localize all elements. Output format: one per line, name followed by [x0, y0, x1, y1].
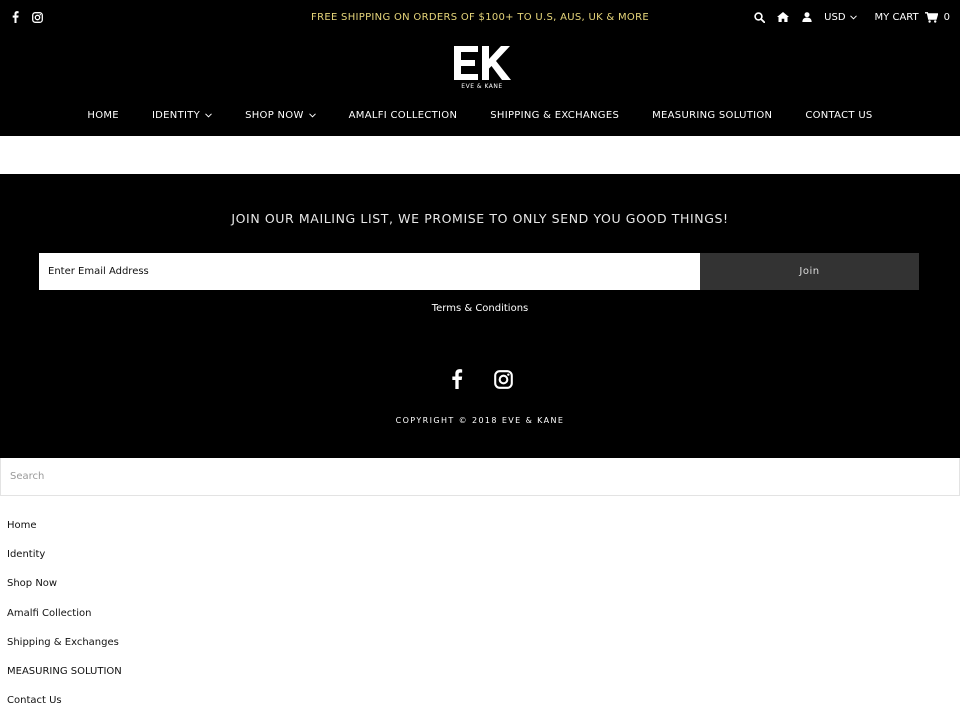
cart-count: 0 [943, 11, 950, 23]
menu-item-shop-now[interactable]: Shop Now [7, 578, 122, 607]
chevron-down-icon [308, 113, 316, 118]
email-field[interactable] [39, 253, 700, 290]
nav-item-label: CONTACT US [805, 110, 873, 121]
cart-label: MY CART [874, 11, 919, 23]
menu-item-amalfi-collection[interactable]: Amalfi Collection [7, 608, 122, 637]
nav-item-measuring-solution[interactable]: MEASURING SOLUTION [652, 110, 772, 121]
chevron-down-icon [849, 14, 857, 20]
nav-item-label: MEASURING SOLUTION [652, 110, 773, 121]
home-icon[interactable] [776, 9, 790, 25]
menu-item-measuring-solution[interactable]: MEASURING SOLUTION [7, 666, 122, 695]
site-footer: JOIN OUR MAILING LIST, WE PROMISE TO ONL… [0, 174, 960, 459]
instagram-icon[interactable] [492, 368, 514, 390]
cart-link[interactable]: MY CART 0 [875, 12, 950, 23]
terms-link[interactable]: Terms & Conditions [0, 303, 960, 314]
nav-item-shipping-exchanges[interactable]: SHIPPING & EXCHANGES [490, 110, 619, 121]
nav-item-label: SHOP NOW [245, 110, 304, 121]
nav-item-label: AMALFI COLLECTION [348, 110, 458, 121]
nav-item-amalfi-collection[interactable]: AMALFI COLLECTION [349, 110, 458, 121]
menu-item-shipping-exchanges[interactable]: Shipping & Exchanges [7, 637, 122, 666]
mobile-menu: Home Identity Shop Now Amalfi Collection Shi… [7, 520, 122, 720]
join-button[interactable]: Join [700, 253, 919, 290]
facebook-icon[interactable] [446, 368, 468, 390]
mailing-list-heading: JOIN OUR MAILING LIST, WE PROMISE TO ONL… [231, 211, 729, 226]
header-utilities: USD MY CART 0 [752, 9, 950, 25]
search-input[interactable] [0, 458, 960, 496]
currency-value: USD [824, 11, 846, 23]
nav-item-label: IDENTITY [151, 110, 201, 121]
user-icon[interactable] [800, 9, 814, 25]
nav-item-home[interactable]: HOME [87, 110, 119, 121]
nav-item-contact-us[interactable]: CONTACT US [805, 110, 872, 121]
menu-item-home[interactable]: Home [7, 520, 122, 549]
nav-item-identity[interactable]: IDENTITY [152, 110, 212, 121]
logo-text: EVE & KANE [461, 83, 502, 90]
main-navigation: HOME IDENTITY SHOP NOW AMALFI COLLECTION SHI… [0, 110, 960, 121]
eve-kane-logo[interactable]: EVE & KANE [452, 44, 512, 90]
menu-item-identity[interactable]: Identity [7, 549, 122, 578]
copyright-text: COPYRIGHT © 2018 EVE & KANE [395, 416, 565, 425]
menu-item-contact-us[interactable]: Contact Us [7, 695, 122, 720]
nav-item-label: HOME [87, 110, 119, 121]
search-icon[interactable] [752, 9, 766, 25]
currency-selector[interactable]: USD [824, 11, 857, 23]
cart-icon [924, 11, 938, 23]
site-header: FREE SHIPPING ON ORDERS OF $100+ TO U.S,… [0, 0, 960, 136]
chevron-down-icon [205, 113, 212, 118]
nav-item-label: SHIPPING & EXCHANGES [490, 110, 620, 121]
footer-social-links [0, 368, 960, 390]
nav-item-shop-now[interactable]: SHOP NOW [245, 110, 316, 121]
